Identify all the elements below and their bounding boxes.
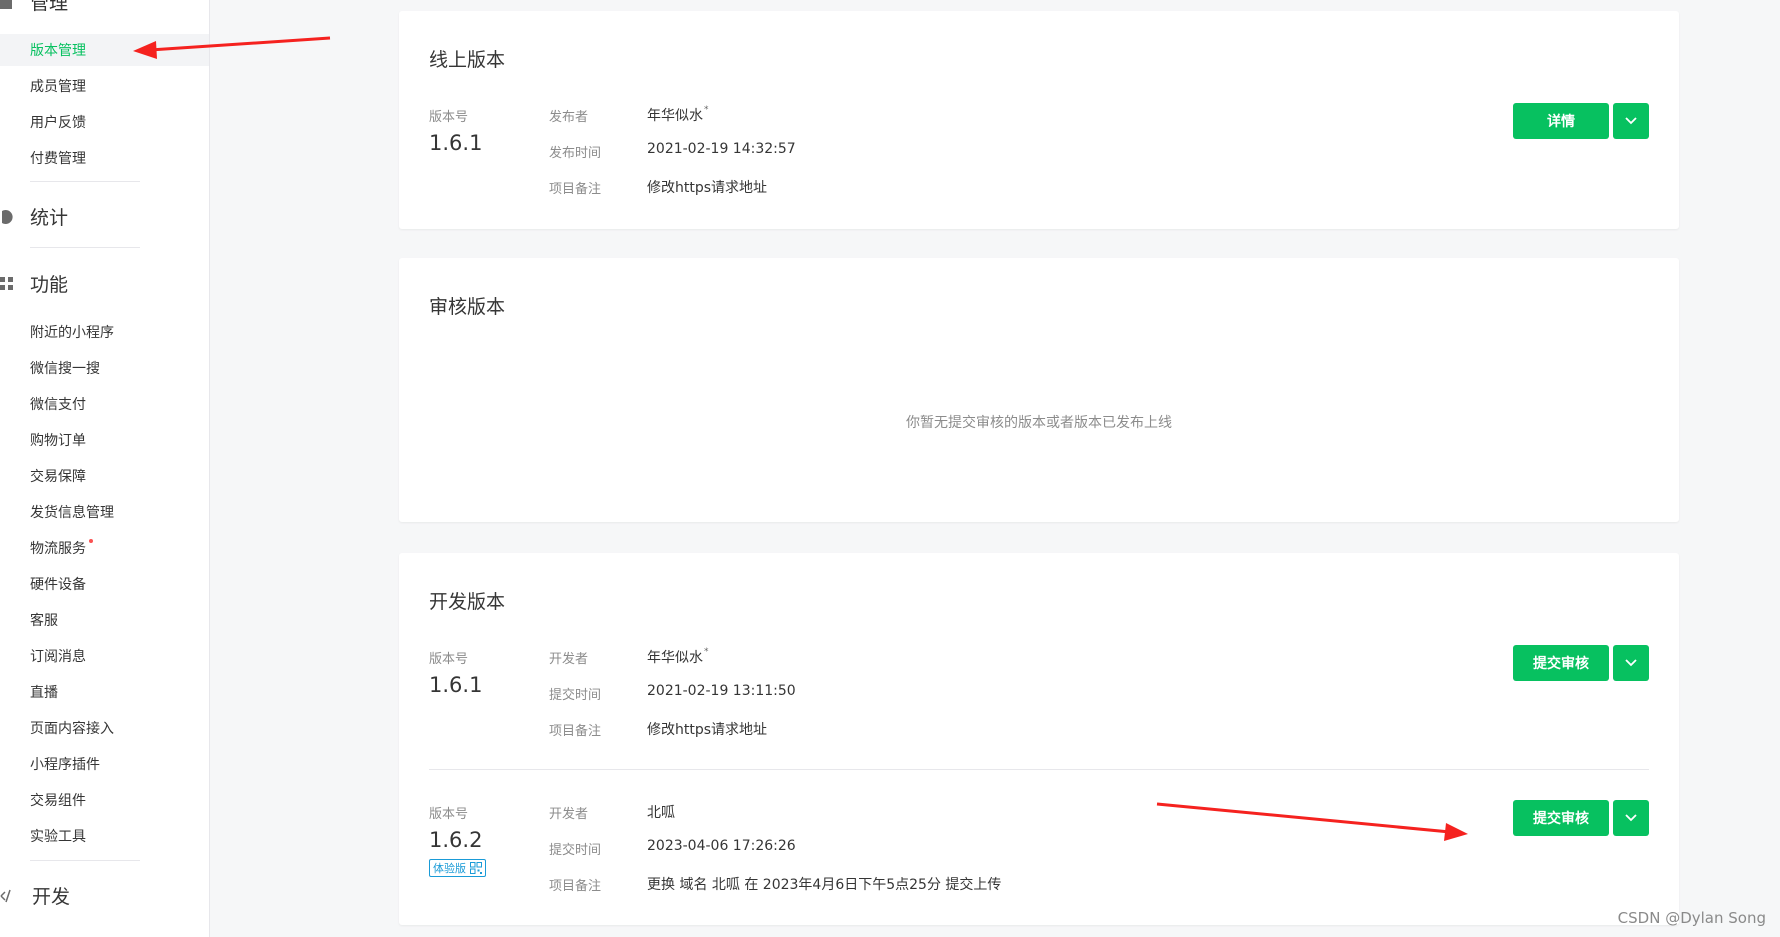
grid-icon: [0, 276, 14, 292]
developer-label: 开发者: [549, 807, 589, 822]
submit-time-label: 提交时间: [549, 688, 602, 703]
sidebar-item-live[interactable]: 直播: [30, 682, 58, 702]
publish-time-value: 2021-02-19 14:32:57: [647, 141, 796, 157]
sidebar-divider: [30, 860, 140, 861]
sidebar-item-label: 物流服务: [30, 541, 86, 557]
dev-version-card: 开发版本 版本号 1.6.1 开发者 年华似水* 提交时间 2021-02-19…: [399, 553, 1679, 925]
version-number: 1.6.1: [429, 673, 483, 697]
manage-icon: [0, 0, 14, 10]
version-label: 版本号: [429, 807, 469, 822]
sidebar-section-features[interactable]: 功能: [0, 270, 68, 297]
row-divider: [429, 769, 1649, 770]
details-button[interactable]: 详情: [1513, 103, 1609, 139]
sidebar-item-wechat-search[interactable]: 微信搜一搜: [30, 358, 100, 378]
more-dropdown-button[interactable]: [1613, 103, 1649, 139]
sidebar-item-subscription-messages[interactable]: 订阅消息: [30, 646, 86, 666]
publisher-value: 年华似水*: [647, 105, 709, 125]
sidebar-item-logistics[interactable]: 物流服务: [30, 538, 93, 558]
online-version-card: 线上版本 版本号 1.6.1 发布者 年华似水* 发布时间 2021-02-19…: [399, 11, 1679, 229]
sidebar-item-user-feedback[interactable]: 用户反馈: [30, 112, 86, 132]
empty-message: 你暂无提交审核的版本或者版本已发布上线: [906, 415, 1172, 431]
sidebar-item-shopping-orders[interactable]: 购物订单: [30, 430, 86, 450]
sidebar-section-label: 统计: [30, 207, 69, 229]
publisher-label: 发布者: [549, 110, 589, 125]
pie-chart-icon: [0, 209, 14, 225]
sidebar-section-label: 管理: [30, 0, 69, 14]
sidebar-item-page-content[interactable]: 页面内容接入: [30, 718, 114, 738]
chevron-down-icon: [1625, 659, 1637, 667]
card-title: 审核版本: [429, 296, 506, 318]
card-title: 线上版本: [429, 49, 506, 71]
sidebar: 管理 版本管理 成员管理 用户反馈 付费管理 统计 功能 附近的小程序 微信搜一…: [0, 0, 210, 937]
sidebar-section-dev[interactable]: 开发: [0, 882, 70, 909]
submit-time-value: 2021-02-19 13:11:50: [647, 683, 796, 699]
sidebar-section-label: 功能: [30, 274, 69, 296]
submit-review-button[interactable]: 提交审核: [1513, 645, 1609, 681]
review-version-card: 审核版本 你暂无提交审核的版本或者版本已发布上线: [399, 258, 1679, 522]
note-label: 项目备注: [549, 724, 602, 739]
sidebar-divider: [30, 247, 140, 248]
publish-time-label: 发布时间: [549, 146, 602, 161]
submit-time-label: 提交时间: [549, 843, 602, 858]
sidebar-item-plugins[interactable]: 小程序插件: [30, 754, 100, 774]
note-value: 修改https请求地址: [647, 180, 768, 196]
sidebar-item-nearby[interactable]: 附近的小程序: [30, 322, 114, 342]
note-value: 更换 域名 北呱 在 2023年4月6日下午5点25分 提交上传: [647, 877, 1002, 893]
card-title: 开发版本: [429, 591, 506, 613]
submit-review-button[interactable]: 提交审核: [1513, 800, 1609, 836]
note-value: 修改https请求地址: [647, 722, 768, 738]
note-label: 项目备注: [549, 879, 602, 894]
qrcode-icon: [470, 862, 482, 874]
publisher-name: 年华似水: [647, 108, 703, 124]
version-number: 1.6.1: [429, 131, 483, 155]
sidebar-item-trade-guarantee[interactable]: 交易保障: [30, 466, 86, 486]
sidebar-item-wechat-pay[interactable]: 微信支付: [30, 394, 86, 414]
badge-label: 体验版: [433, 862, 466, 875]
developer-mark: *: [704, 647, 709, 657]
more-dropdown-button[interactable]: [1613, 645, 1649, 681]
version-label: 版本号: [429, 652, 469, 667]
code-icon: [0, 888, 16, 904]
version-number: 1.6.2: [429, 828, 483, 852]
sidebar-item-trade-components[interactable]: 交易组件: [30, 790, 86, 810]
sidebar-item-payment-management[interactable]: 付费管理: [30, 148, 86, 168]
sidebar-section-label: 开发: [32, 886, 71, 908]
sidebar-item-lab-tools[interactable]: 实验工具: [30, 826, 86, 846]
watermark: CSDN @Dylan Song: [1617, 909, 1766, 927]
sidebar-item-hardware[interactable]: 硬件设备: [30, 574, 86, 594]
notification-dot: [89, 539, 93, 543]
sidebar-section-stats[interactable]: 统计: [0, 203, 68, 230]
sidebar-divider: [30, 181, 140, 182]
submit-time-value: 2023-04-06 17:26:26: [647, 838, 796, 854]
sidebar-section-manage: 管理: [0, 0, 68, 15]
note-label: 项目备注: [549, 182, 602, 197]
chevron-down-icon: [1625, 814, 1637, 822]
developer-name: 年华似水: [647, 650, 703, 666]
sidebar-item-version-management[interactable]: 版本管理: [30, 40, 86, 60]
sidebar-item-member-management[interactable]: 成员管理: [30, 76, 86, 96]
developer-value: 年华似水*: [647, 647, 709, 667]
developer-value: 北呱: [647, 805, 675, 821]
publisher-mark: *: [704, 105, 709, 115]
trial-version-badge[interactable]: 体验版: [429, 859, 486, 877]
sidebar-item-customer-service[interactable]: 客服: [30, 610, 58, 630]
developer-label: 开发者: [549, 652, 589, 667]
version-label: 版本号: [429, 110, 469, 125]
sidebar-item-shipping-info[interactable]: 发货信息管理: [30, 502, 114, 522]
more-dropdown-button[interactable]: [1613, 800, 1649, 836]
chevron-down-icon: [1625, 117, 1637, 125]
